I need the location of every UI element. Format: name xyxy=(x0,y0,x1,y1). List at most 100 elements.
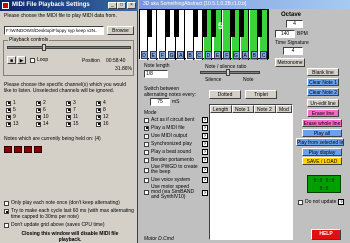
channel-check[interactable] xyxy=(36,121,41,127)
channel-checkbox[interactable]: 2 xyxy=(36,100,46,106)
try-make-option[interactable]: Try to make each cycle last 60 ms (with … xyxy=(4,208,135,220)
mode-option[interactable]: Use PWGD to create the beep? xyxy=(144,165,208,175)
channel-check[interactable] xyxy=(6,121,11,127)
only-once-option[interactable]: Only play each note once (don't keep alt… xyxy=(4,200,120,206)
stop-button[interactable]: ■ xyxy=(7,56,16,64)
dont-update-check[interactable] xyxy=(4,222,9,228)
mode-option[interactable]: Play a beat sound? xyxy=(144,149,208,155)
minimize-button[interactable]: _ xyxy=(108,2,117,9)
mode-option[interactable]: Use voice system? xyxy=(144,177,208,183)
file-path-input[interactable]: F:\WINDOWS\Desktop\Floppy syp keep v2N.. xyxy=(4,26,104,35)
note-length-select[interactable]: 1/8 xyxy=(144,70,168,78)
black-key[interactable] xyxy=(257,10,263,37)
help-button[interactable]: HELP xyxy=(311,229,341,240)
black-key[interactable] xyxy=(201,10,207,37)
close-button[interactable]: × xyxy=(127,2,136,9)
mode-check[interactable] xyxy=(144,133,149,139)
black-key[interactable] xyxy=(192,10,198,37)
help-question-icon[interactable]: ? xyxy=(202,177,208,183)
mode-option[interactable]: Use motor speed mod (via SimBAND and Syn… xyxy=(144,185,208,200)
dont-update-option[interactable]: Don't update grid above (saves CPU time) xyxy=(4,222,105,228)
play-all-button[interactable]: Play all xyxy=(302,129,342,137)
mode-check[interactable] xyxy=(144,141,149,147)
piano-keyboard[interactable]: DEFGABCDEFGABC45 xyxy=(139,9,269,60)
switch-input[interactable]: 75 xyxy=(150,98,170,106)
mode-option[interactable]: Synchronized play? xyxy=(144,141,208,147)
erase-whole-button[interactable]: Erase whole line xyxy=(302,119,342,127)
un-edit-button[interactable]: Un-edit line xyxy=(307,99,339,107)
channel-check[interactable] xyxy=(96,114,101,120)
erase-line-button[interactable]: Erase line xyxy=(307,109,339,117)
help-question-icon[interactable]: ? xyxy=(202,125,208,131)
channel-check[interactable] xyxy=(6,107,11,113)
mode-check[interactable] xyxy=(144,190,149,195)
mode-check[interactable] xyxy=(144,177,149,183)
position-slider-thumb[interactable] xyxy=(42,44,46,51)
channel-checkbox[interactable]: 11 xyxy=(66,114,78,120)
do-not-update-check[interactable] xyxy=(298,199,303,205)
black-key[interactable] xyxy=(229,10,235,37)
dotted-button[interactable]: Dotted xyxy=(209,90,241,99)
bpm-input[interactable]: 140 xyxy=(275,30,295,38)
channel-check[interactable] xyxy=(6,114,11,120)
only-once-check[interactable] xyxy=(4,200,9,206)
browse-button[interactable]: Browse xyxy=(107,26,134,35)
channel-checkbox[interactable]: 5 xyxy=(6,107,16,113)
channel-check[interactable] xyxy=(66,114,71,120)
triplet-button[interactable]: Triplet xyxy=(245,90,277,99)
try-make-check[interactable] xyxy=(4,209,9,214)
metronome-button[interactable]: Metronome xyxy=(275,58,305,67)
col-length[interactable]: Length xyxy=(210,105,232,113)
maximize-button[interactable]: □ xyxy=(117,2,126,9)
channel-check[interactable] xyxy=(66,100,71,106)
channel-check[interactable] xyxy=(66,121,71,127)
black-key[interactable] xyxy=(211,10,217,37)
position-slider-track[interactable] xyxy=(7,46,131,49)
channel-check[interactable] xyxy=(96,121,101,127)
play-display-button[interactable]: Play display xyxy=(302,148,342,156)
channel-check[interactable] xyxy=(36,114,41,120)
channel-checkbox[interactable]: 10 xyxy=(36,114,49,120)
black-key[interactable] xyxy=(146,10,152,37)
channel-checkbox[interactable]: 14 xyxy=(36,121,49,127)
play-button[interactable]: ▶ xyxy=(17,56,26,64)
help-question-icon[interactable]: ? xyxy=(202,149,208,155)
mode-option[interactable]: Use MIDI output? xyxy=(144,133,208,139)
loop-checkbox[interactable]: Loop xyxy=(30,57,48,63)
channel-checkbox[interactable]: 7 xyxy=(66,107,76,113)
col-note2[interactable]: Note 2 xyxy=(254,105,276,113)
channel-check[interactable] xyxy=(66,107,71,113)
note-silence-slider[interactable] xyxy=(200,71,260,74)
channel-checkbox[interactable]: 12 xyxy=(96,114,109,120)
clear-note2-button[interactable]: Clear Note 2 xyxy=(307,88,339,96)
col-mod[interactable]: Mod xyxy=(276,105,292,113)
black-key[interactable] xyxy=(174,10,180,37)
black-key[interactable] xyxy=(238,10,244,37)
help-question-icon[interactable]: ? xyxy=(202,117,208,123)
mode-option[interactable]: Play a MIDI file? xyxy=(144,125,208,131)
black-key[interactable] xyxy=(165,10,171,37)
channel-checkbox[interactable]: 6 xyxy=(36,107,46,113)
clear-note1-button[interactable]: Clear Note 1 xyxy=(307,78,339,86)
mode-check[interactable] xyxy=(144,157,149,163)
channel-checkbox[interactable]: 9 xyxy=(6,114,16,120)
time-signature-input[interactable]: 4 xyxy=(283,47,303,55)
channel-checkbox[interactable]: 4 xyxy=(96,100,106,106)
help-question-icon[interactable]: ? xyxy=(338,199,345,205)
col-note1[interactable]: Note 1 xyxy=(232,105,254,113)
loop-check[interactable] xyxy=(30,57,35,63)
channel-check[interactable] xyxy=(36,100,41,106)
note-silence-thumb[interactable] xyxy=(226,69,230,76)
mode-check[interactable] xyxy=(144,149,149,155)
mode-check[interactable] xyxy=(144,117,149,123)
octave-input[interactable]: 4 xyxy=(286,20,303,28)
channel-check[interactable] xyxy=(6,100,11,106)
mode-option[interactable]: Bender portamento? xyxy=(144,157,208,163)
notes-table[interactable] xyxy=(209,104,293,240)
blank-line-button[interactable]: Blank line xyxy=(307,68,339,76)
help-question-icon[interactable]: ? xyxy=(202,167,208,173)
help-question-icon[interactable]: ? xyxy=(202,141,208,147)
help-question-icon[interactable]: ? xyxy=(202,189,208,196)
channel-checkbox[interactable]: 15 xyxy=(66,121,79,127)
mode-option[interactable]: Act as if circuit bent? xyxy=(144,117,208,123)
